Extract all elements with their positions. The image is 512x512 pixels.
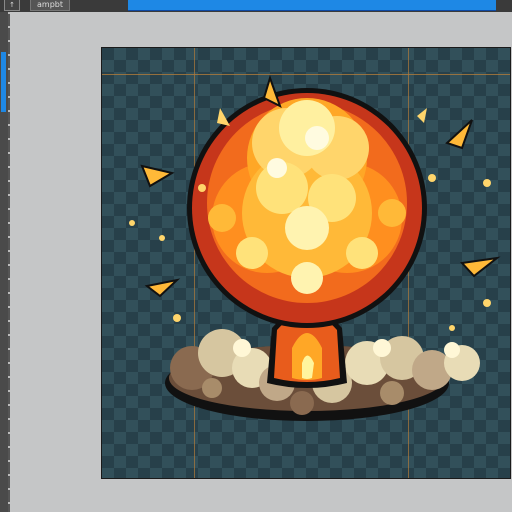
workspace (10, 12, 512, 512)
document-tab[interactable]: ampbt (30, 0, 70, 11)
window-header (128, 0, 496, 11)
tool-panel (0, 12, 8, 512)
transparent-canvas[interactable] (101, 47, 511, 479)
title-bar: ↑ ampbt (0, 0, 512, 12)
move-tool-icon[interactable]: ↑ (4, 0, 20, 11)
explosion-sprite (129, 74, 501, 421)
tool-panel-highlight[interactable] (1, 52, 6, 112)
